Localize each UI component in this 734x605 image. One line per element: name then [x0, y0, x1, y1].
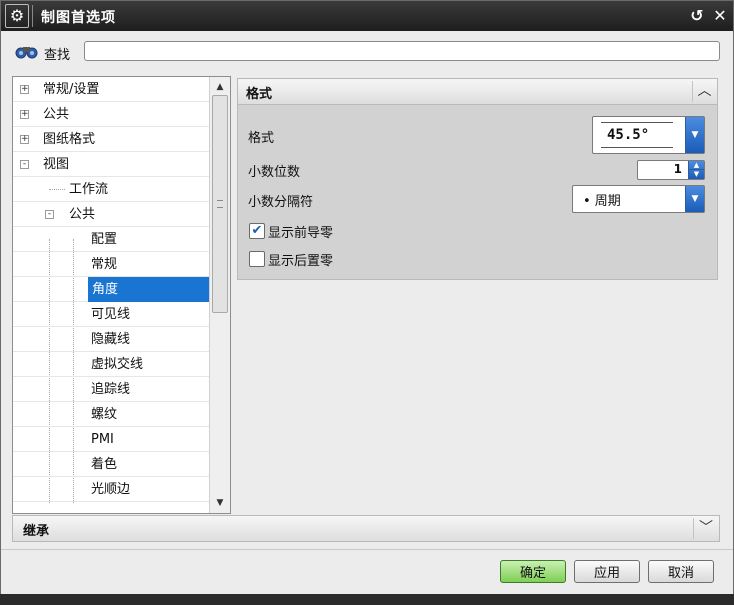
search-label: 查找: [44, 48, 71, 63]
tree-item-label: 配置: [91, 232, 118, 247]
tree-item-label: 追踪线: [91, 382, 131, 397]
tree-item-label: 虚拟交线: [91, 357, 144, 372]
tree-item-smooth-edges[interactable]: 光顺边: [13, 477, 209, 502]
show-trailing-zeros-label: 显示后置零: [268, 254, 334, 269]
section-title: 格式: [246, 87, 273, 102]
increment-icon[interactable]: ▲: [689, 161, 704, 170]
expand-icon[interactable]: +: [20, 135, 29, 144]
decrement-icon[interactable]: ▼: [689, 170, 704, 179]
format-dropdown[interactable]: 45.5° ▼: [592, 116, 705, 154]
show-leading-zeros-label: 显示前导零: [268, 226, 334, 241]
tree-item-label: 角度: [88, 277, 209, 302]
tree-scrollbar[interactable]: ▲ ▼: [209, 77, 230, 513]
format-section-header[interactable]: 格式 ︿: [237, 78, 718, 105]
stepper-buttons: ▲ ▼: [688, 161, 704, 179]
expand-icon[interactable]: +: [20, 85, 29, 94]
chevron-down-icon[interactable]: ﹀: [693, 518, 718, 539]
tree-item-label: 光顺边: [91, 482, 131, 497]
title-separator: [32, 5, 33, 27]
show-trailing-zeros-checkbox[interactable]: [249, 251, 265, 267]
preferences-tree: + 常规/设置 + 公共 + 图纸格式 - 视图 工作流 - 公共 配置 常规 …: [12, 76, 231, 514]
gear-icon[interactable]: ⚙: [5, 4, 29, 28]
tree-item-label: 图纸格式: [43, 132, 96, 147]
tree-item-general-settings[interactable]: + 常规/设置: [13, 77, 209, 102]
format-value: 45.5°: [601, 122, 673, 148]
tree-item-common[interactable]: + 公共: [13, 102, 209, 127]
tree-item-label: 常规: [91, 257, 118, 272]
decimal-separator-dropdown[interactable]: • 周期 ▼: [572, 185, 705, 213]
collapse-icon[interactable]: -: [20, 160, 29, 169]
tree-item-label: 工作流: [69, 182, 109, 197]
tree-item-trace-lines[interactable]: 追踪线: [13, 377, 209, 402]
tree-list: + 常规/设置 + 公共 + 图纸格式 - 视图 工作流 - 公共 配置 常规 …: [13, 77, 209, 513]
tree-item-pmi[interactable]: PMI: [13, 427, 209, 452]
inherit-title: 继承: [23, 524, 50, 539]
close-icon[interactable]: ✕: [710, 6, 730, 26]
decimal-places-value: 1: [673, 162, 682, 176]
tree-item-virtual-intersections[interactable]: 虚拟交线: [13, 352, 209, 377]
cancel-button[interactable]: 取消: [648, 560, 714, 583]
tree-item-label: 常规/设置: [43, 82, 100, 97]
footer-divider: [1, 549, 733, 550]
decimal-separator-value: • 周期: [583, 194, 621, 209]
decimal-places-label: 小数位数: [248, 165, 301, 180]
window-title: 制图首选项: [41, 10, 116, 26]
inherit-section-header[interactable]: 继承 ﹀: [12, 515, 720, 542]
tree-item-label: 公共: [43, 107, 70, 122]
show-leading-zeros-checkbox[interactable]: ✔: [249, 223, 265, 239]
window-bottom-edge: [0, 594, 734, 605]
tree-item-label: PMI: [91, 432, 114, 447]
tree-item-shading[interactable]: 着色: [13, 452, 209, 477]
tree-item-hidden-lines[interactable]: 隐藏线: [13, 327, 209, 352]
apply-button[interactable]: 应用: [574, 560, 640, 583]
decimal-separator-label: 小数分隔符: [248, 195, 314, 210]
scroll-up-icon[interactable]: ▲: [210, 79, 230, 95]
tree-item-label: 隐藏线: [91, 332, 131, 347]
tree-item-label: 螺纹: [91, 407, 118, 422]
search-row: 查找: [1, 31, 733, 71]
tree-item-general[interactable]: 常规: [13, 252, 209, 277]
scroll-grip-icon: [217, 200, 223, 208]
tree-item-workflow[interactable]: 工作流: [13, 177, 209, 202]
tree-item-configuration[interactable]: 配置: [13, 227, 209, 252]
tree-item-angle[interactable]: 角度: [13, 277, 209, 302]
decimal-places-stepper[interactable]: 1 ▲ ▼: [637, 160, 705, 180]
format-label: 格式: [248, 131, 275, 146]
tree-item-label: 公共: [69, 207, 96, 222]
chevron-down-icon[interactable]: ▼: [685, 186, 704, 212]
scroll-down-icon[interactable]: ▼: [210, 495, 230, 511]
chevron-up-icon[interactable]: ︿: [692, 81, 716, 102]
tree-item-threads[interactable]: 螺纹: [13, 402, 209, 427]
tree-item-label: 可见线: [91, 307, 131, 322]
search-input[interactable]: [84, 41, 720, 61]
tree-item-label: 视图: [43, 157, 70, 172]
drafting-preferences-dialog: ⚙ 制图首选项 ↺ ✕ 查找 + 常规/设置 + 公共 + 图纸格式 - 视图 …: [0, 0, 734, 605]
tree-item-view-common[interactable]: - 公共: [13, 202, 209, 227]
expand-icon[interactable]: +: [20, 110, 29, 119]
reset-icon[interactable]: ↺: [687, 6, 707, 26]
tree-item-label: 着色: [91, 457, 118, 472]
title-bar: ⚙ 制图首选项 ↺ ✕: [1, 1, 733, 31]
scroll-thumb[interactable]: [212, 95, 228, 313]
binoculars-icon: [15, 47, 38, 59]
tree-item-sheet-format[interactable]: + 图纸格式: [13, 127, 209, 152]
tree-item-visible-lines[interactable]: 可见线: [13, 302, 209, 327]
tree-item-view[interactable]: - 视图: [13, 152, 209, 177]
chevron-down-icon[interactable]: ▼: [685, 117, 704, 153]
collapse-icon[interactable]: -: [45, 210, 54, 219]
ok-button[interactable]: 确定: [500, 560, 566, 583]
